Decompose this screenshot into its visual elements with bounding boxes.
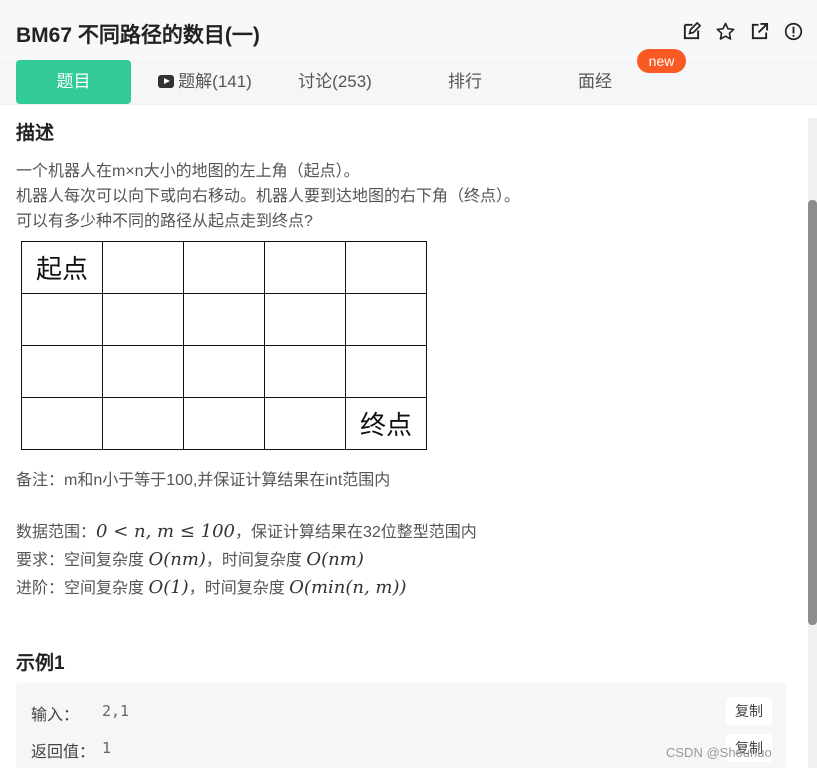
info-icon[interactable] [784,22,803,41]
input-label: 输入： [31,707,80,724]
grid-start-cell: 起点 [21,241,103,294]
tab-solutions-label: 题解(141) [178,72,252,91]
tab-solutions[interactable]: 题解(141) [150,60,260,104]
tab-discussion[interactable]: 讨论(253) [285,60,385,104]
grid-end-cell: 终点 [345,397,427,450]
description-line: 一个机器人在m×n大小的地图的左上角（起点）。 [16,163,360,180]
tab-problem[interactable]: 题目 [16,60,131,104]
description-line: 机器人每次可以向下或向右移动。机器人要到达地图的右下角（终点）。 [16,188,521,205]
problem-title: BM67 不同路径的数目(一) [16,24,260,47]
advanced-requirement: 进阶：空间复杂度 O(1)，时间复杂度 O(min(n, m)) [16,577,407,598]
tab-ranking[interactable]: 排行 [430,60,500,104]
data-range: 数据范围：0 < n, m ≤ 100，保证计算结果在32位整型范围内 [16,521,477,542]
tab-interview[interactable]: 面经 [560,60,630,104]
output-label: 返回值： [31,744,96,761]
description-line: 可以有多少种不同的路径从起点走到终点? [16,213,313,230]
edit-icon[interactable] [682,22,701,41]
new-badge: new [637,49,686,73]
map-grid-image: 起点 终点 [21,241,427,450]
description-heading: 描述 [16,123,55,144]
external-link-icon[interactable] [750,22,769,41]
problem-content: 描述 一个机器人在m×n大小的地图的左上角（起点）。 机器人每次可以向下或向右移… [16,118,796,234]
note-text: 备注：m和n小于等于100,并保证计算结果在int范围内 [16,472,391,489]
input-value: 2,1 [102,702,130,720]
copy-input-button[interactable]: 复制 [726,697,772,725]
tab-bar: 题目 题解(141) 讨论(253) 排行 面经 [0,60,817,105]
example-heading: 示例1 [16,653,65,674]
scrollbar-thumb[interactable] [808,200,817,625]
output-value: 1 [102,739,112,757]
watermark: CSDN @Shounuo [666,745,772,760]
header-bar: BM67 不同路径的数目(一) [0,0,817,62]
requirement: 要求：空间复杂度 O(nm)，时间复杂度 O(nm) [16,549,364,570]
video-play-icon [158,75,175,88]
range-math: 0 < n, m ≤ 100 [96,521,235,542]
star-icon[interactable] [716,22,735,41]
